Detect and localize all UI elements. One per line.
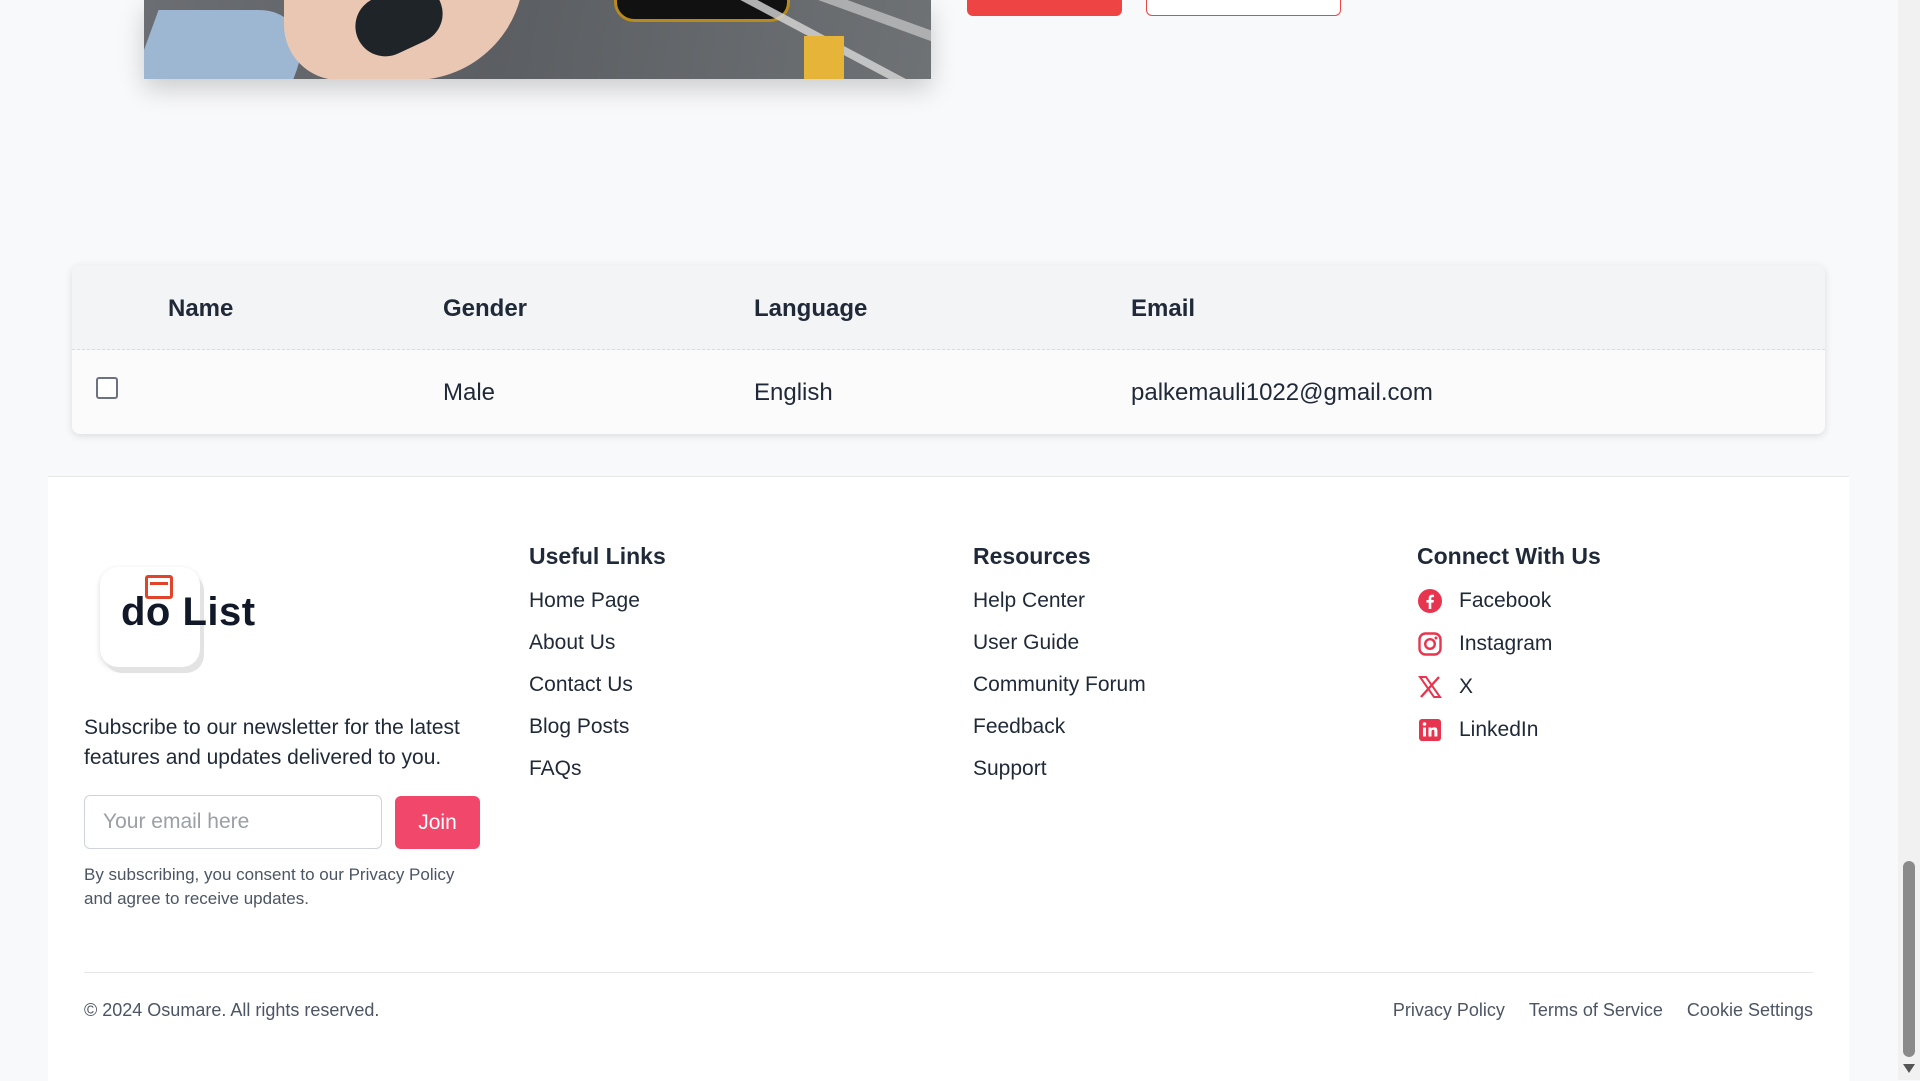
copyright-text: © 2024 Osumare. All rights reserved.	[84, 1000, 380, 1020]
scroll-down-arrow-icon[interactable]	[1903, 1064, 1915, 1073]
join-button[interactable]: Join	[395, 796, 480, 849]
column-header-email: Email	[1131, 295, 1196, 322]
resources-title: Resources	[973, 543, 1091, 569]
user-table: Name Gender Language Email Male English …	[72, 265, 1825, 434]
footer-link-feedback[interactable]: Feedback	[973, 713, 1146, 755]
social-label-linkedin: LinkedIn	[1459, 718, 1539, 741]
footer-link-about[interactable]: About Us	[529, 629, 640, 671]
column-header-gender: Gender	[443, 295, 528, 322]
social-label-x: X	[1459, 675, 1474, 698]
social-link-linkedin[interactable]: LinkedIn	[1417, 716, 1552, 759]
social-label-instagram: Instagram	[1459, 632, 1553, 655]
consent-text: By subscribing, you consent to our Priva…	[84, 865, 455, 908]
social-label-facebook: Facebook	[1459, 589, 1552, 612]
instagram-icon	[1417, 631, 1443, 657]
logo-text: do List	[121, 590, 256, 634]
site-footer: do List Subscribe to our newsletter for …	[48, 476, 1849, 1081]
footer-divider	[84, 972, 1813, 973]
primary-cta-button[interactable]	[967, 0, 1122, 16]
legal-link-cookies[interactable]: Cookie Settings	[1687, 1000, 1813, 1021]
useful-links-list: Home Page About Us Contact Us Blog Posts…	[529, 587, 640, 797]
footer-link-blog[interactable]: Blog Posts	[529, 713, 640, 755]
newsletter-text: Subscribe to our newsletter for the late…	[84, 716, 460, 769]
social-list: Facebook Instagram X LinkedIn	[1417, 587, 1552, 759]
useful-links-title: Useful Links	[529, 543, 666, 569]
column-header-name: Name	[168, 295, 234, 322]
connect-title: Connect With Us	[1417, 543, 1601, 569]
hero-image	[144, 0, 931, 79]
footer-link-help-center[interactable]: Help Center	[973, 587, 1146, 629]
secondary-cta-button[interactable]	[1146, 0, 1341, 16]
row-checkbox[interactable]	[96, 377, 118, 399]
facebook-icon	[1417, 588, 1443, 614]
footer-link-faqs[interactable]: FAQs	[529, 755, 640, 797]
social-link-x[interactable]: X	[1417, 673, 1552, 716]
social-link-instagram[interactable]: Instagram	[1417, 630, 1552, 673]
footer-link-support[interactable]: Support	[973, 755, 1146, 797]
footer-link-user-guide[interactable]: User Guide	[973, 629, 1146, 671]
newsletter-email-input[interactable]	[84, 795, 382, 849]
legal-links: Privacy Policy Terms of Service Cookie S…	[1393, 1000, 1813, 1021]
x-icon	[1417, 674, 1443, 700]
resources-list: Help Center User Guide Community Forum F…	[973, 587, 1146, 797]
table-header: Name Gender Language Email	[72, 265, 1825, 350]
social-link-facebook[interactable]: Facebook	[1417, 587, 1552, 630]
cell-email: palkemauli1022@gmail.com	[1131, 379, 1433, 406]
scrollbar-thumb[interactable]	[1903, 861, 1915, 1057]
cell-language: English	[754, 379, 833, 406]
linkedin-icon	[1417, 717, 1443, 743]
footer-link-contact[interactable]: Contact Us	[529, 671, 640, 713]
footer-link-home[interactable]: Home Page	[529, 587, 640, 629]
footer-link-community-forum[interactable]: Community Forum	[973, 671, 1146, 713]
legal-link-terms[interactable]: Terms of Service	[1529, 1000, 1663, 1021]
cell-gender: Male	[443, 379, 496, 406]
column-header-language: Language	[754, 295, 868, 322]
legal-link-privacy[interactable]: Privacy Policy	[1393, 1000, 1505, 1021]
